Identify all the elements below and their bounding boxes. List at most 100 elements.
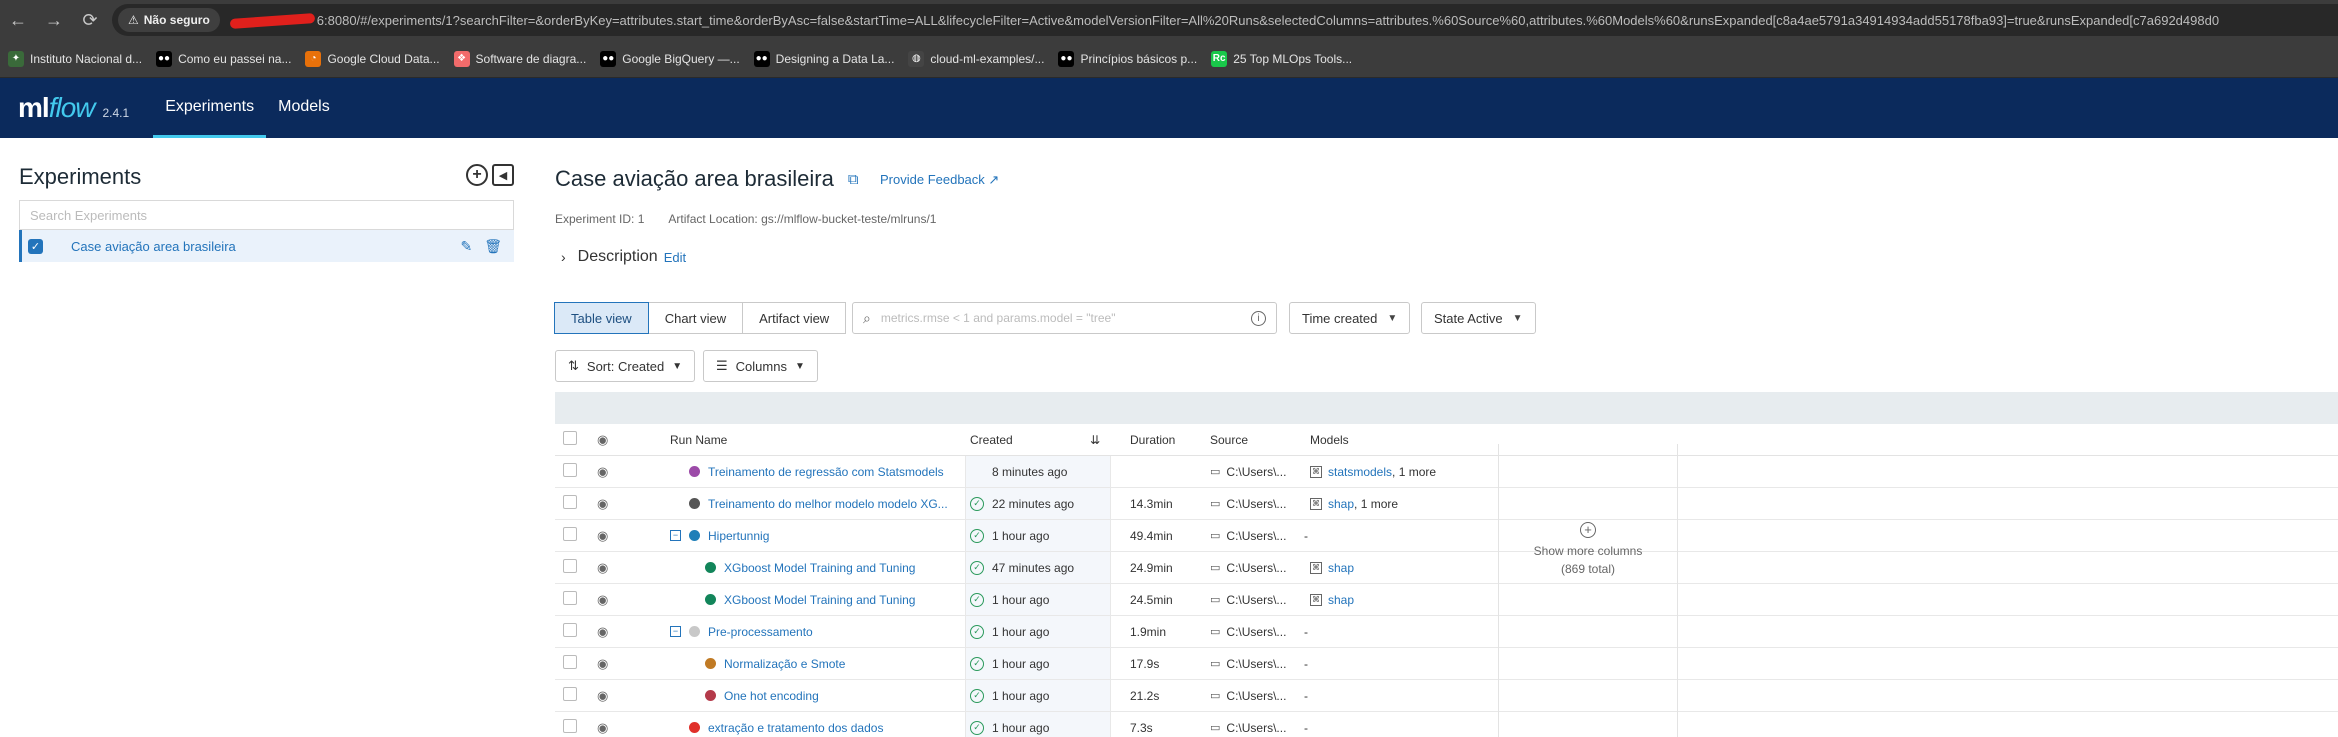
run-name-link[interactable]: Normalização e Smote (724, 657, 845, 671)
add-experiment-icon[interactable]: + (466, 164, 488, 186)
description-edit-link[interactable]: Edit (664, 250, 686, 265)
select-all-checkbox[interactable] (563, 431, 577, 448)
collapse-icon[interactable]: − (670, 530, 681, 541)
row-checkbox[interactable] (563, 463, 577, 480)
row-checkbox[interactable] (563, 527, 577, 544)
model-link[interactable]: shap (1328, 497, 1354, 511)
collapse-icon[interactable]: − (670, 626, 681, 637)
run-color-dot[interactable] (705, 562, 716, 573)
run-color-dot[interactable] (705, 594, 716, 605)
table-row[interactable]: ◉ XGboost Model Training and Tuning ✓ 47… (555, 552, 2338, 584)
table-row[interactable]: ◉ extração e tratamento dos dados ✓ 1 ho… (555, 712, 2338, 737)
run-color-dot[interactable] (689, 466, 700, 477)
eye-icon[interactable]: ◉ (597, 656, 608, 672)
state-dropdown[interactable]: State Active ▼ (1421, 302, 1536, 334)
bookmark-item[interactable]: Rc 25 Top MLOps Tools... (1211, 50, 1352, 67)
run-color-dot[interactable] (689, 530, 700, 541)
run-color-dot[interactable] (705, 658, 716, 669)
header-created[interactable]: Created ⇊ (970, 433, 1100, 447)
security-indicator[interactable]: ⚠ Não seguro (118, 8, 220, 32)
run-color-dot[interactable] (689, 498, 700, 509)
table-row[interactable]: ◉ Treinamento de regressão com Statsmode… (555, 456, 2338, 488)
model-link[interactable]: shap (1328, 561, 1354, 575)
delete-icon[interactable]: 🗑 (484, 238, 502, 255)
chart-view-button[interactable]: Chart view (647, 302, 744, 334)
eye-icon[interactable]: ◉ (597, 464, 608, 480)
info-icon[interactable]: i (1251, 310, 1266, 326)
bookmark-item[interactable]: ◍ cloud-ml-examples/... (908, 50, 1044, 67)
run-name-link[interactable]: XGboost Model Training and Tuning (724, 593, 915, 607)
runs-search-input[interactable]: ⌕ metrics.rmse < 1 and params.model = "t… (852, 302, 1277, 334)
copy-icon[interactable]: ⧉ (848, 171, 859, 188)
mlflow-logo[interactable]: ml flow 2.4.1 (18, 92, 129, 124)
bookmark-item[interactable]: ●● Como eu passei na... (156, 50, 291, 67)
url-field[interactable]: ⚠ Não seguro 6:8080/#/experiments/1?sear… (112, 4, 2338, 36)
bookmark-item[interactable]: ●● Designing a Data La... (753, 50, 894, 67)
experiment-list-item[interactable]: ✓ Case aviação area brasileira ✎ 🗑 (19, 230, 514, 262)
table-row[interactable]: ◉ Normalização e Smote ✓ 1 hour ago 17.9… (555, 648, 2338, 680)
eye-icon[interactable]: ◉ (597, 688, 608, 704)
experiment-name[interactable]: Case aviação area brasileira (71, 239, 460, 254)
eye-icon[interactable]: ◉ (597, 528, 608, 544)
show-more-columns-button[interactable]: + Show more columns (869 total) (1498, 444, 1678, 737)
bookmark-item[interactable]: ❖ Software de diagra... (453, 50, 586, 67)
run-name-link[interactable]: Treinamento de regressão com Statsmodels (708, 465, 944, 479)
description-toggle[interactable]: › Description Edit (561, 248, 686, 266)
row-checkbox[interactable] (563, 623, 577, 640)
checkbox-checked-icon[interactable]: ✓ (28, 238, 43, 254)
model-more[interactable]: , 1 more (1392, 465, 1436, 479)
bookmark-item[interactable]: ●● Princípios básicos p... (1058, 50, 1197, 67)
time-created-dropdown[interactable]: Time created ▼ (1289, 302, 1411, 334)
row-checkbox[interactable] (563, 559, 577, 576)
chevron-right-icon[interactable]: › (561, 249, 566, 265)
table-view-button[interactable]: Table view (554, 302, 649, 334)
header-models[interactable]: Models (1310, 433, 1349, 447)
run-name-link[interactable]: Treinamento do melhor modelo modelo XG..… (708, 497, 948, 511)
header-duration[interactable]: Duration (1130, 433, 1175, 447)
run-name-link[interactable]: Pre-processamento (708, 625, 813, 639)
search-experiments-input[interactable]: Search Experiments (19, 200, 514, 230)
back-icon[interactable]: ← (0, 2, 36, 38)
run-name-link[interactable]: extração e tratamento dos dados (708, 721, 883, 735)
bookmark-item[interactable]: ●● Google BigQuery —... (600, 50, 740, 67)
forward-icon[interactable]: → (36, 2, 72, 38)
table-row[interactable]: ◉ Treinamento do melhor modelo modelo XG… (555, 488, 2338, 520)
eye-icon[interactable]: ◉ (597, 592, 608, 608)
edit-icon[interactable]: ✎ (460, 238, 472, 255)
run-name-link[interactable]: One hot encoding (724, 689, 819, 703)
run-name-link[interactable]: XGboost Model Training and Tuning (724, 561, 915, 575)
table-row[interactable]: ◉ XGboost Model Training and Tuning ✓ 1 … (555, 584, 2338, 616)
run-color-dot[interactable] (689, 626, 700, 637)
bookmark-item[interactable]: ◔ Google Cloud Data... (305, 50, 440, 67)
row-checkbox[interactable] (563, 687, 577, 704)
reload-icon[interactable]: ⟳ (72, 2, 108, 38)
eye-icon[interactable]: ◉ (597, 432, 608, 448)
table-row[interactable]: ◉ − Pre-processamento ✓ 1 hour ago 1.9mi… (555, 616, 2338, 648)
nav-models[interactable]: Models (266, 78, 342, 138)
provide-feedback-link[interactable]: Provide Feedback ↗ (880, 172, 999, 188)
run-name-link[interactable]: Hipertunnig (708, 529, 769, 543)
row-checkbox[interactable] (563, 719, 577, 736)
nav-experiments[interactable]: Experiments (153, 78, 267, 138)
artifact-view-button[interactable]: Artifact view (742, 302, 847, 334)
eye-icon[interactable]: ◉ (597, 496, 608, 512)
collapse-sidebar-icon[interactable]: ◀ (492, 164, 514, 186)
model-more[interactable]: , 1 more (1354, 497, 1398, 511)
header-source[interactable]: Source (1210, 433, 1248, 447)
columns-dropdown[interactable]: ☰ Columns ▼ (703, 350, 818, 382)
bookmark-item[interactable]: ✦ Instituto Nacional d... (8, 50, 142, 67)
eye-icon[interactable]: ◉ (597, 720, 608, 736)
row-checkbox[interactable] (563, 655, 577, 672)
model-link[interactable]: statsmodels (1328, 465, 1392, 479)
sort-dropdown[interactable]: ⇅ Sort: Created ▼ (555, 350, 696, 382)
run-color-dot[interactable] (705, 690, 716, 701)
row-checkbox[interactable] (563, 591, 577, 608)
sort-desc-icon[interactable]: ⇊ (1090, 433, 1100, 447)
table-row[interactable]: ◉ One hot encoding ✓ 1 hour ago 21.2s ▭ … (555, 680, 2338, 712)
row-checkbox[interactable] (563, 495, 577, 512)
header-run-name[interactable]: Run Name (670, 433, 727, 447)
table-row[interactable]: ◉ − Hipertunnig ✓ 1 hour ago 49.4min ▭ C… (555, 520, 2338, 552)
run-color-dot[interactable] (689, 722, 700, 733)
eye-icon[interactable]: ◉ (597, 560, 608, 576)
model-link[interactable]: shap (1328, 593, 1354, 607)
